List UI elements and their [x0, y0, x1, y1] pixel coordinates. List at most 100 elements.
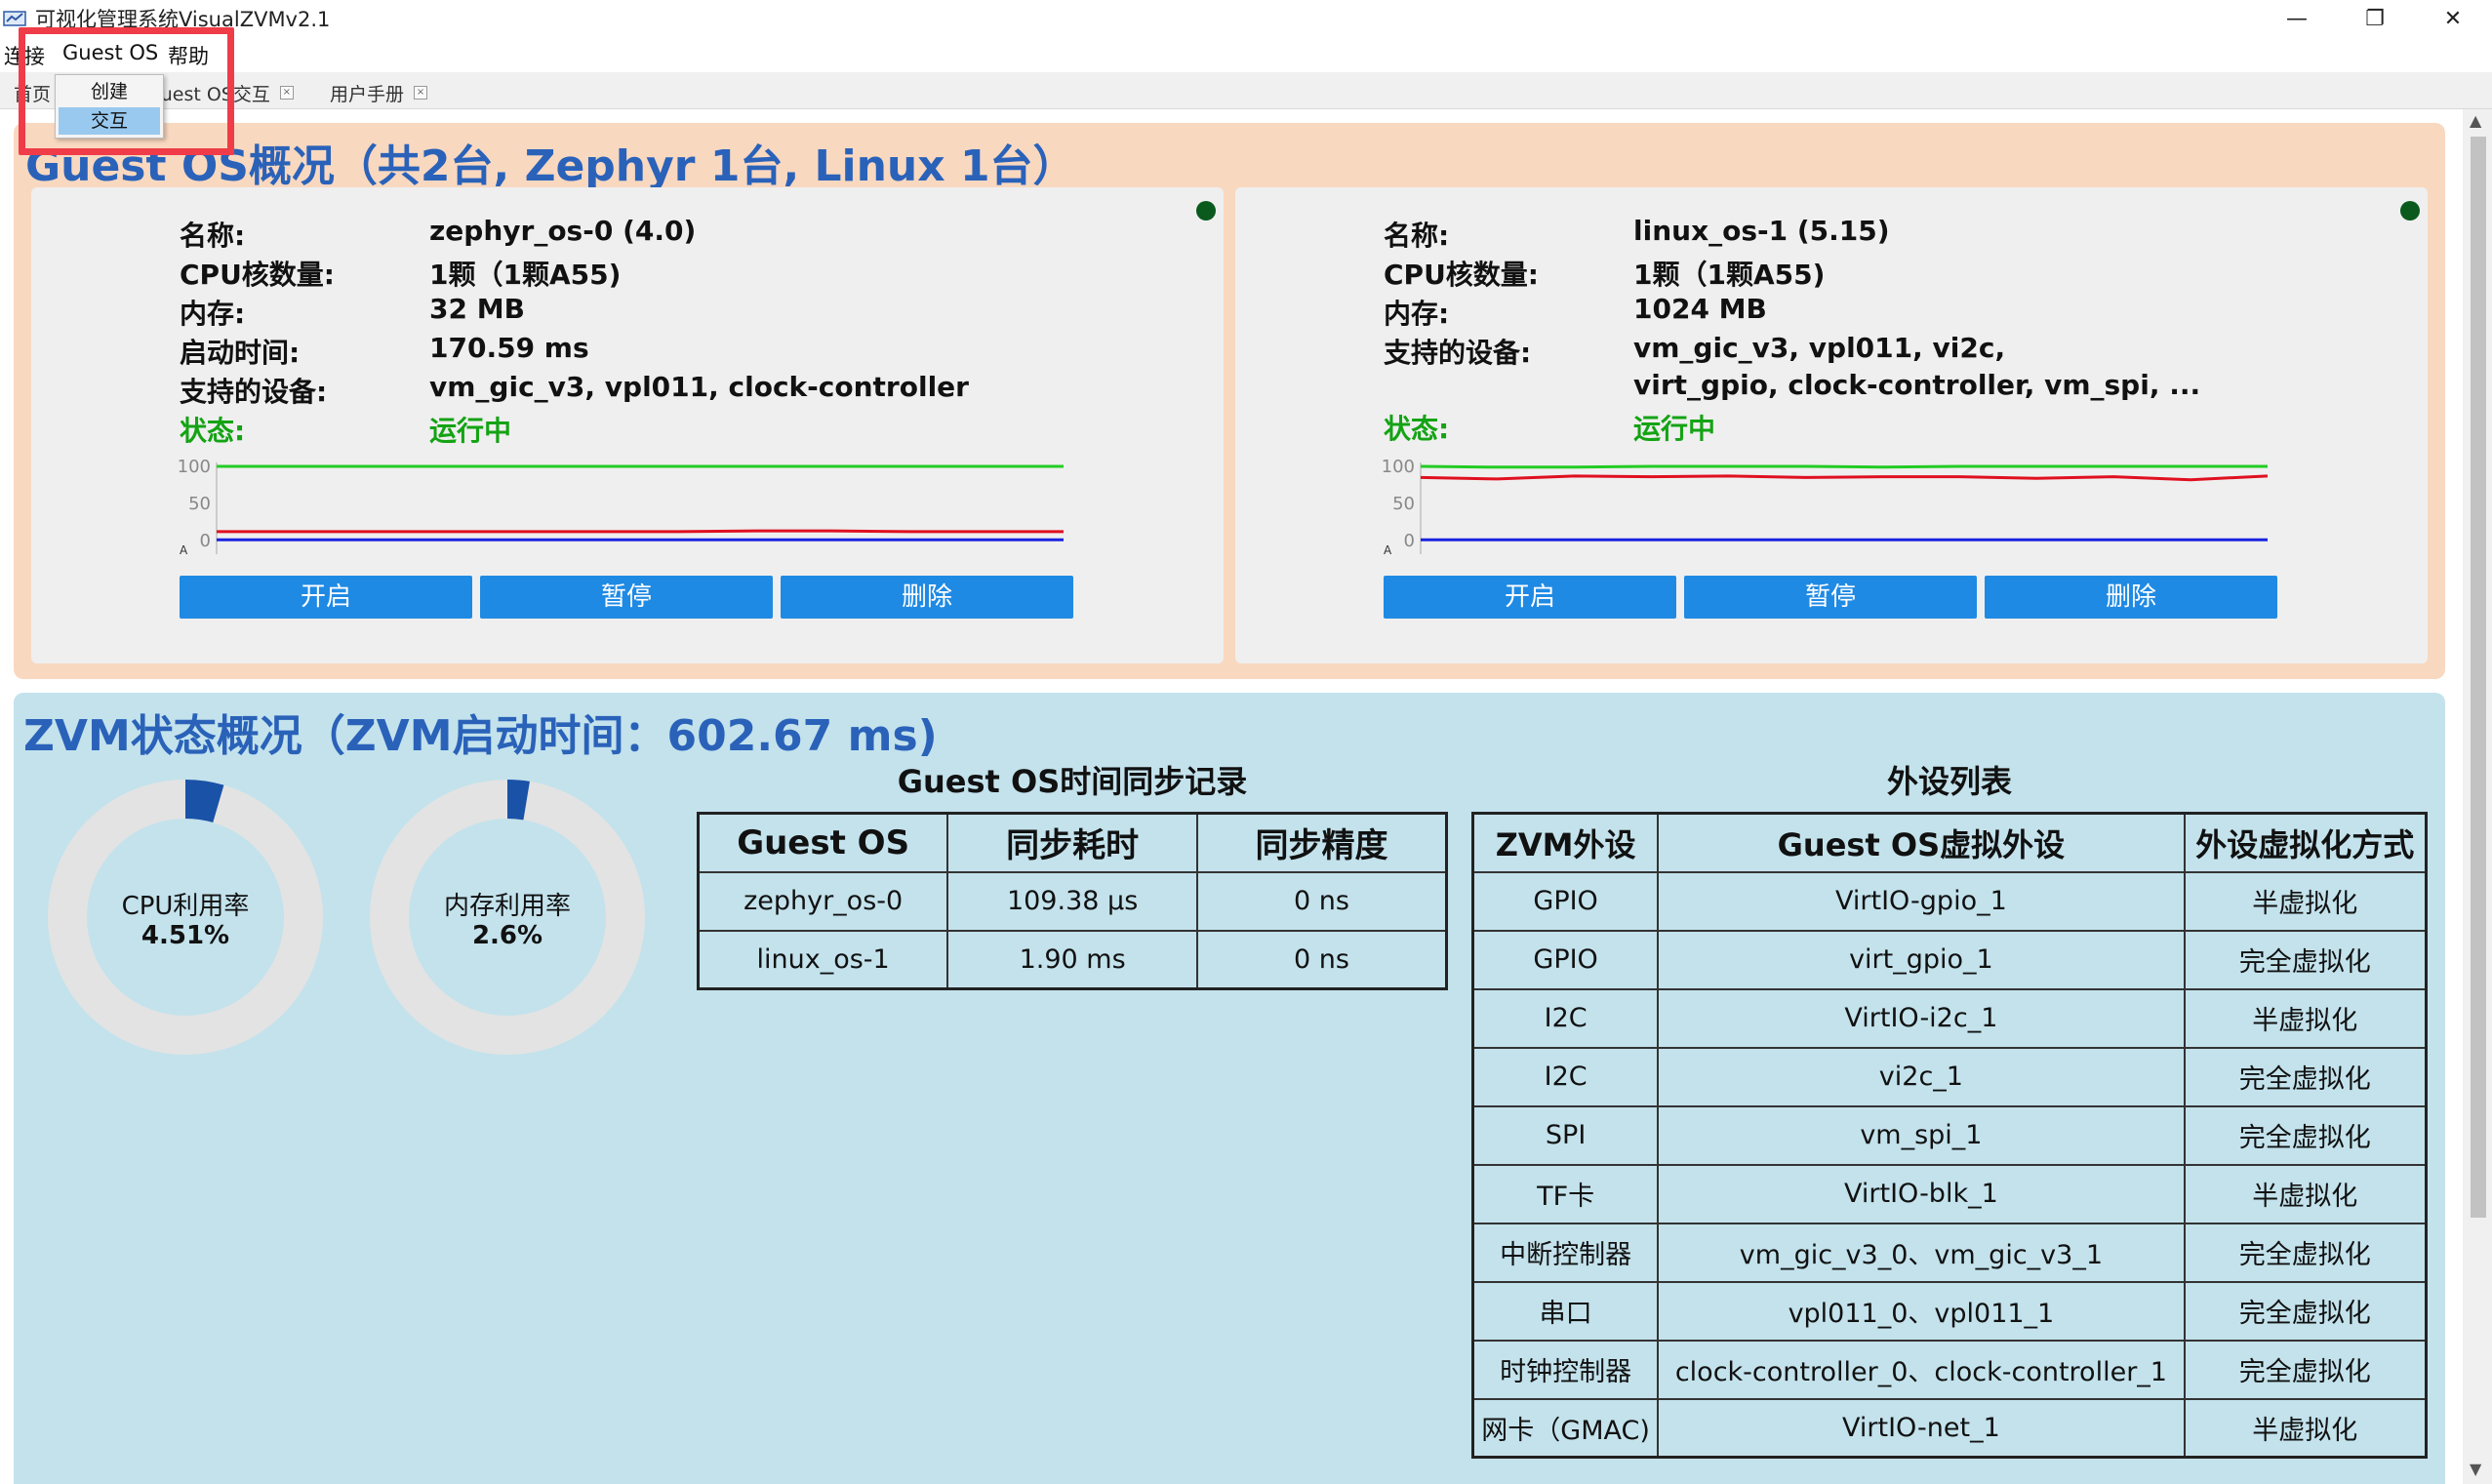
- table-cell: 网卡（GMAC): [1471, 1397, 1660, 1459]
- sync-table: Guest OS 同步耗时 同步精度 zephyr_os-0 109.38 μs…: [697, 812, 1448, 990]
- y-tick-label: 0: [200, 531, 211, 551]
- close-button[interactable]: ✕: [2414, 0, 2492, 37]
- scrollbar-thumb[interactable]: [2471, 137, 2486, 1218]
- series-line-0: [1420, 464, 2268, 469]
- table-cell: VirtIO-gpio_1: [1657, 870, 2186, 932]
- label-memory: 内存:: [1384, 298, 1450, 330]
- table-cell: VirtIO-net_1: [1657, 1397, 2186, 1459]
- table-cell: vi2c_1: [1657, 1046, 2186, 1107]
- table-cell: zephyr_os-0: [697, 870, 949, 932]
- label-status: 状态:: [180, 415, 246, 447]
- value-status: 运行中: [1633, 413, 1716, 445]
- cpu-usage-value: 4.51%: [141, 921, 230, 950]
- tab-close-icon[interactable]: ×: [414, 86, 428, 100]
- y-tick-label: 50: [188, 494, 211, 514]
- chart-corner-label: A: [180, 543, 188, 556]
- column-header: ZVM外设: [1471, 812, 1660, 873]
- sync-table-caption: Guest OS时间同步记录: [897, 763, 1248, 800]
- table-cell: 完全虚拟化: [2183, 1222, 2428, 1283]
- label-name: 名称:: [1384, 220, 1450, 252]
- main-content: Guest OS概况（共2台, Zephyr 1台, Linux 1台） 名称:…: [0, 109, 2463, 1484]
- value-name: zephyr_os-0 (4.0): [429, 215, 697, 247]
- table-cell: SPI: [1471, 1104, 1660, 1166]
- value-devices: vm_gic_v3, vpl011, vi2c,: [1633, 332, 2006, 364]
- table-cell: 完全虚拟化: [2183, 1339, 2428, 1400]
- value-name: linux_os-1 (5.15): [1633, 215, 1890, 247]
- table-cell: 半虚拟化: [2183, 1397, 2428, 1459]
- guest-card-zephyr: 名称: zephyr_os-0 (4.0) CPU核数量: 1颗（1颗A55) …: [31, 187, 1224, 663]
- table-cell: GPIO: [1471, 870, 1660, 932]
- tab-user-manual-label: 用户手册: [330, 83, 405, 105]
- table-cell: vm_spi_1: [1657, 1104, 2186, 1166]
- table-cell: 109.38 μs: [946, 870, 1198, 932]
- minimize-button[interactable]: —: [2258, 0, 2336, 37]
- device-table: ZVM外设 Guest OS虚拟外设 外设虚拟化方式 GPIO VirtIO-gp…: [1471, 812, 2428, 1459]
- table-cell: VirtIO-i2c_1: [1657, 987, 2186, 1049]
- label-devices: 支持的设备:: [1384, 337, 1532, 369]
- value-status: 运行中: [429, 415, 512, 447]
- zvm-section-title: ZVM状态概况（ZVM启动时间：602.67 ms): [23, 711, 938, 761]
- table-row: 串口 vpl011_0、vpl011_1 完全虚拟化: [1471, 1280, 2428, 1342]
- zvm-panel: ZVM状态概况（ZVM启动时间：602.67 ms) CPU利用率 4.51% …: [14, 693, 2445, 1484]
- table-cell: 完全虚拟化: [2183, 1104, 2428, 1166]
- status-dot-icon: [2400, 201, 2420, 221]
- table-row: GPIO virt_gpio_1 完全虚拟化: [1471, 929, 2428, 990]
- chart-corner-label: A: [1384, 543, 1392, 556]
- usage-line-chart: 100 50 0A: [178, 459, 1064, 556]
- series-line-1: [1420, 474, 2269, 482]
- tab-user-manual[interactable]: 用户手册 ×: [330, 78, 428, 107]
- column-header: Guest OS虚拟外设: [1657, 812, 2186, 873]
- table-row: 中断控制器 vm_gic_v3_0、vm_gic_v3_1 完全虚拟化: [1471, 1222, 2428, 1283]
- table-header-row: ZVM外设 Guest OS虚拟外设 外设虚拟化方式: [1471, 812, 2428, 873]
- start-button[interactable]: 开启: [180, 576, 472, 619]
- vertical-scrollbar[interactable]: ▲ ▼: [2463, 109, 2492, 1484]
- device-table-caption: 外设列表: [1886, 763, 2012, 800]
- delete-button[interactable]: 删除: [781, 576, 1073, 619]
- table-cell: 完全虚拟化: [2183, 1046, 2428, 1107]
- table-row: GPIO VirtIO-gpio_1 半虚拟化: [1471, 870, 2428, 932]
- column-header: 外设虚拟化方式: [2183, 812, 2428, 873]
- table-cell: 时钟控制器: [1471, 1339, 1660, 1400]
- table-row: linux_os-1 1.90 ms 0 ns: [697, 929, 1448, 990]
- value-cpu: 1颗（1颗A55): [1633, 259, 1826, 291]
- value-cpu: 1颗（1颗A55): [429, 259, 622, 291]
- guest-card-linux: 名称: linux_os-1 (5.15) CPU核数量: 1颗（1颗A55) …: [1235, 187, 2428, 663]
- scroll-down-icon[interactable]: ▼: [2470, 1460, 2481, 1478]
- label-name: 名称:: [180, 220, 246, 252]
- cpu-usage-arc: [184, 780, 224, 823]
- table-cell: VirtIO-blk_1: [1657, 1163, 2186, 1224]
- table-cell: clock-controller_0、clock-controller_1: [1657, 1339, 2186, 1400]
- tab-bar: 首页 Guest OS交互 × 用户手册 ×: [0, 72, 2492, 109]
- table-cell: 半虚拟化: [2183, 1163, 2428, 1224]
- cpu-usage-label: CPU利用率: [121, 892, 250, 921]
- table-cell: 完全虚拟化: [2183, 929, 2428, 990]
- table-row: zephyr_os-0 109.38 μs 0 ns: [697, 870, 1448, 932]
- label-cpu: CPU核数量:: [180, 259, 336, 291]
- series-line-1: [217, 529, 1064, 534]
- delete-button[interactable]: 删除: [1985, 576, 2277, 619]
- value-devices: vm_gic_v3, vpl011, clock-controller: [429, 371, 969, 403]
- value-memory: 32 MB: [429, 293, 525, 325]
- label-cpu: CPU核数量:: [1384, 259, 1540, 291]
- table-cell: 0 ns: [1195, 929, 1448, 990]
- y-tick-label: 0: [1404, 531, 1415, 551]
- memory-usage-label: 内存利用率: [443, 892, 571, 921]
- table-cell: virt_gpio_1: [1657, 929, 2186, 990]
- y-tick-label: 100: [1382, 459, 1415, 477]
- value-memory: 1024 MB: [1633, 293, 1767, 325]
- title-bar: 可视化管理系统VisualZVMv2.1 — ❐ ✕: [0, 0, 2492, 37]
- restore-button[interactable]: ❐: [2336, 0, 2414, 37]
- app-icon: [3, 11, 26, 26]
- tab-close-icon[interactable]: ×: [279, 86, 294, 100]
- pause-button[interactable]: 暂停: [1684, 576, 1977, 619]
- value-boot-time: 170.59 ms: [429, 332, 589, 364]
- scroll-up-icon[interactable]: ▲: [2470, 111, 2481, 130]
- start-button[interactable]: 开启: [1384, 576, 1676, 619]
- table-header-row: Guest OS 同步耗时 同步精度: [697, 812, 1448, 873]
- table-row: 网卡（GMAC) VirtIO-net_1 半虚拟化: [1471, 1397, 2428, 1459]
- table-cell: vm_gic_v3_0、vm_gic_v3_1: [1657, 1222, 2186, 1283]
- table-cell: 半虚拟化: [2183, 987, 2428, 1049]
- table-cell: 1.90 ms: [946, 929, 1198, 990]
- pause-button[interactable]: 暂停: [480, 576, 773, 619]
- value-devices-continued: virt_gpio, clock-controller, vm_spi, ...: [1633, 369, 2201, 401]
